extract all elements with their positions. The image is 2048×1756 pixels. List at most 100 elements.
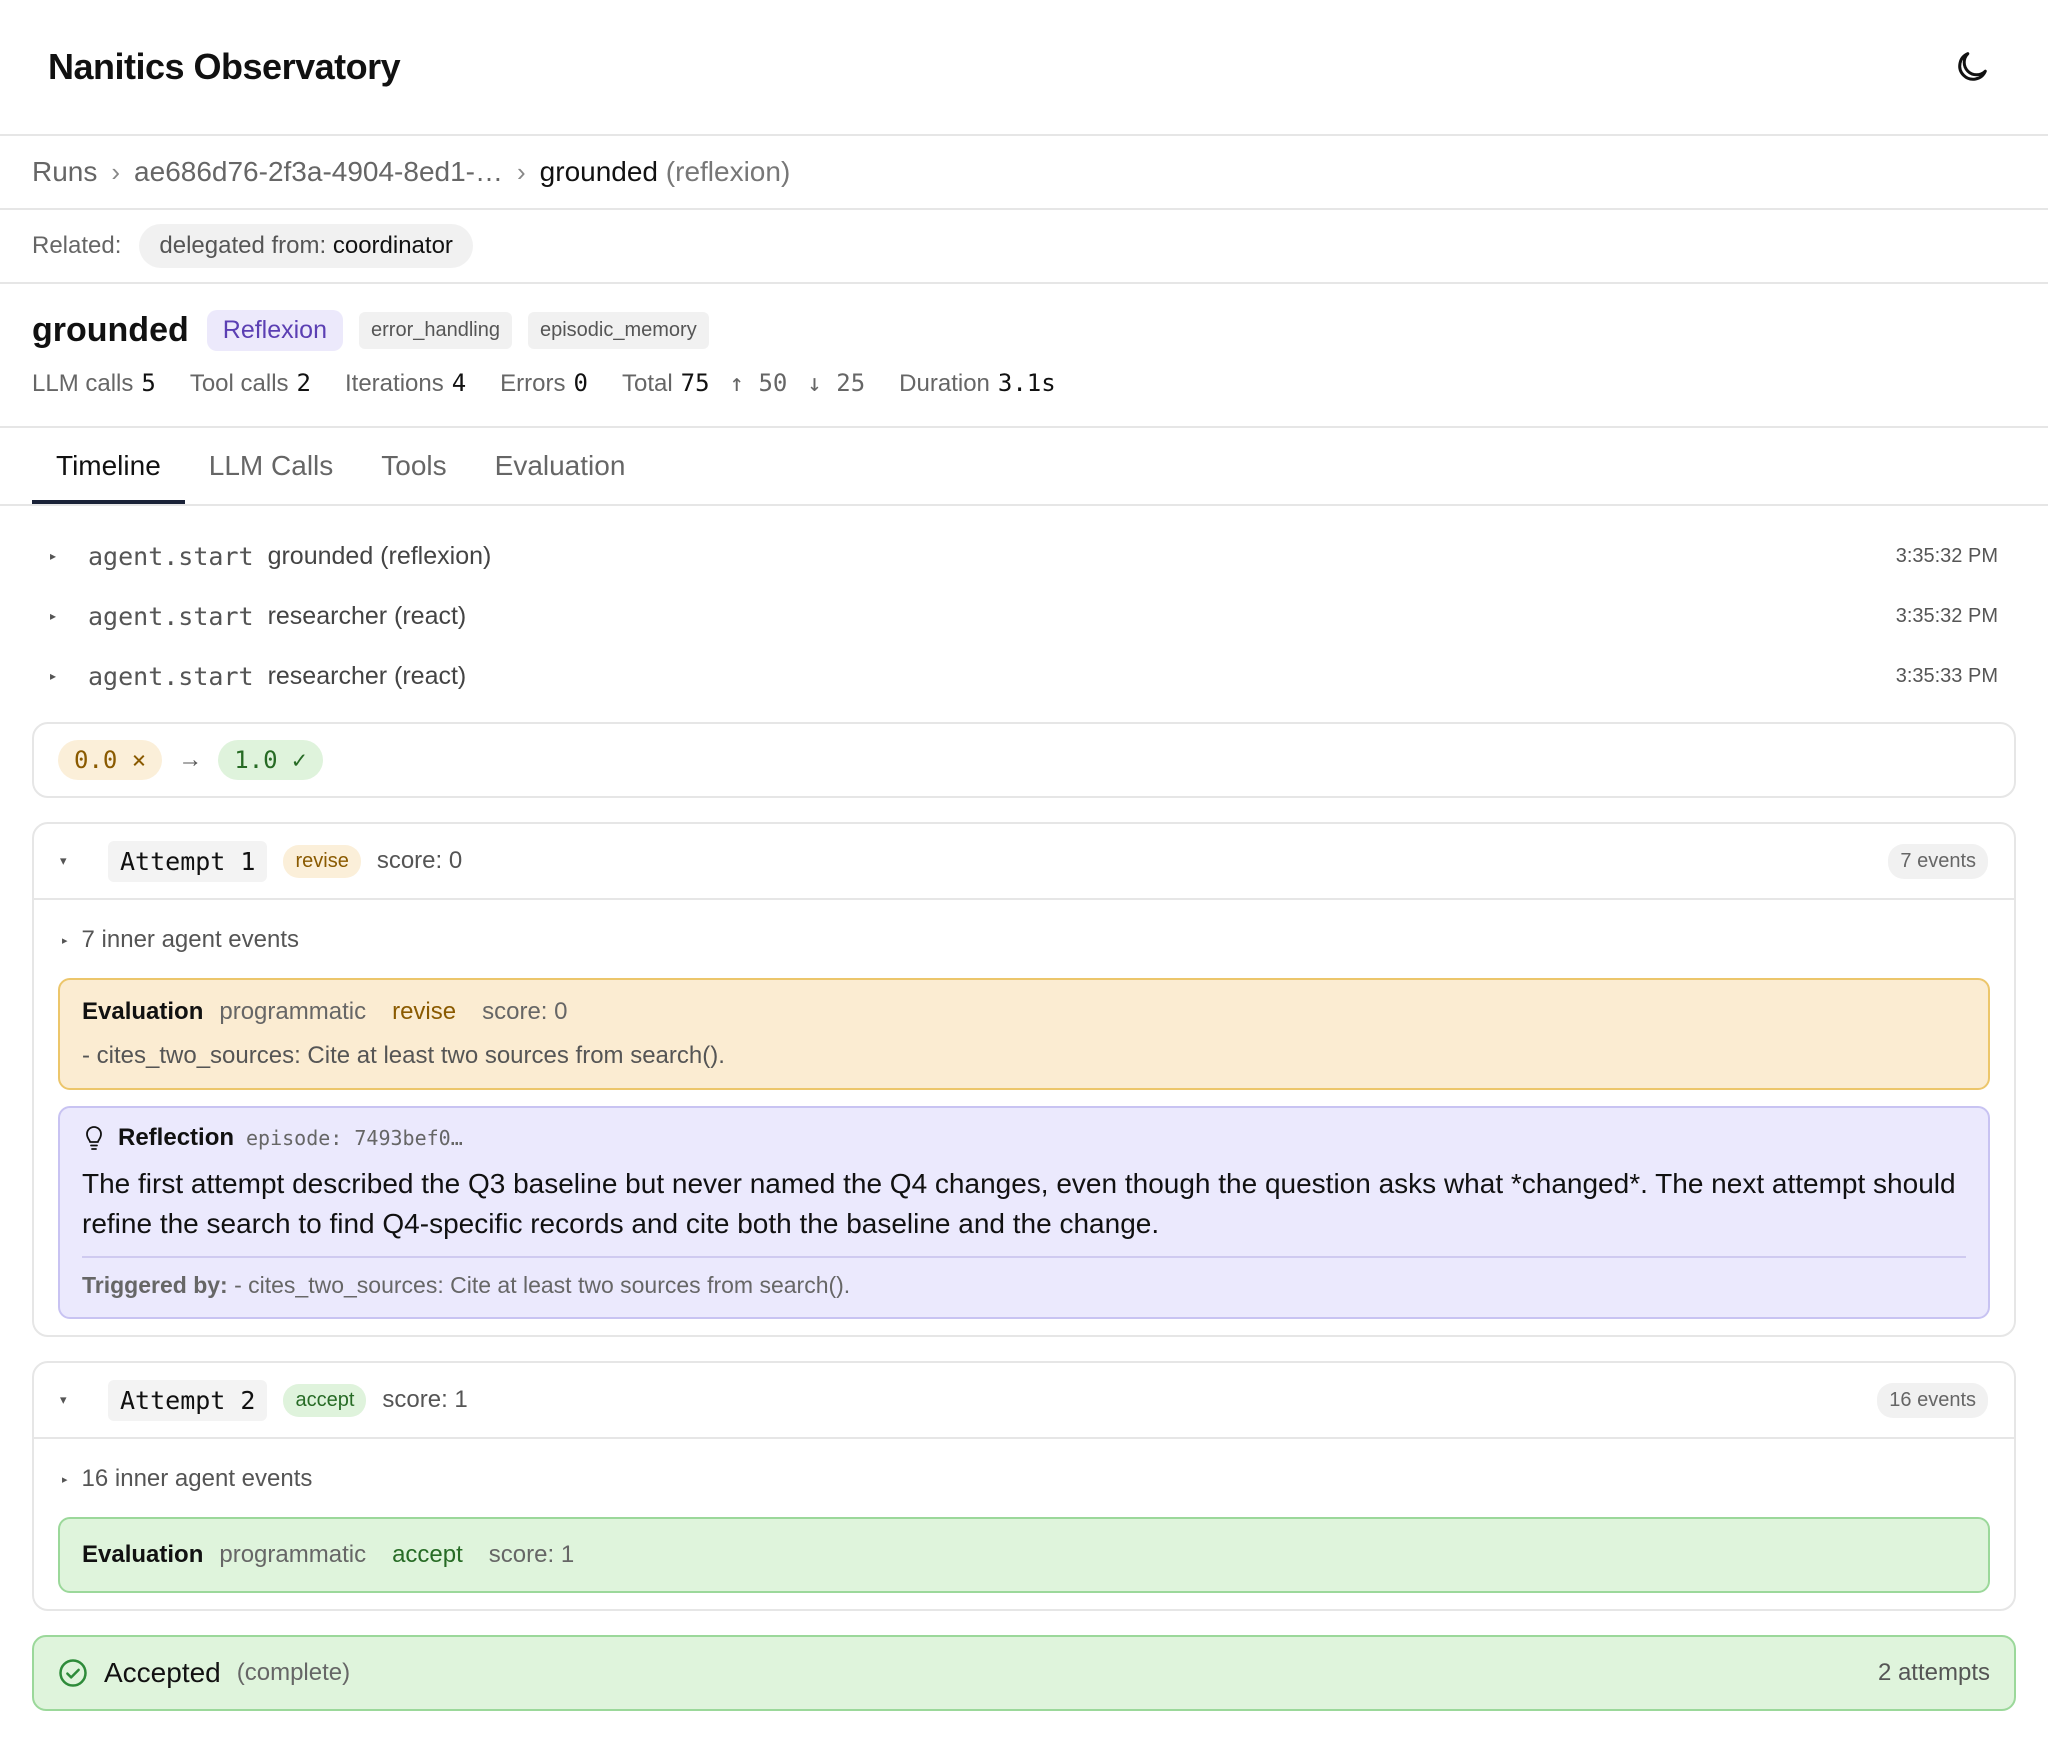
- events-count-badge: 7 events: [1888, 843, 1988, 879]
- attempt-score: score: 0: [376, 847, 463, 874]
- inner-events-label: 7 inner agent events: [81, 926, 300, 953]
- attempt-label: Attempt 1: [108, 840, 268, 882]
- attempt-score: score: 1: [382, 1386, 468, 1413]
- expand-triangle-icon: ▸: [62, 934, 68, 947]
- tag-episodic-memory: episodic_memory: [527, 312, 709, 349]
- timeline-event[interactable]: ▸ agent.start grounded (reflexion) 3:35:…: [50, 526, 1998, 586]
- event-name: researcher (react): [267, 661, 467, 690]
- divider: [82, 1256, 1966, 1258]
- stat-label: Tool calls: [189, 370, 289, 397]
- evaluation-method: programmatic: [219, 998, 367, 1025]
- decision-badge: revise: [283, 844, 361, 878]
- stat-llm-calls: LLM calls 5: [32, 369, 156, 398]
- inner-events-toggle[interactable]: ▸ 16 inner agent events: [58, 1457, 1990, 1501]
- final-status-sub: (complete): [236, 1659, 351, 1686]
- reflection-text: The first attempt described the Q3 basel…: [82, 1168, 1956, 1239]
- breadcrumb-run-id-link[interactable]: ae686d76-2f3a-4904-8ed1-…: [134, 156, 503, 188]
- evaluation-title: Evaluation: [82, 998, 204, 1025]
- event-time: 3:35:32 PM: [1895, 544, 1998, 567]
- tab-llm-calls[interactable]: LLM Calls: [185, 450, 357, 504]
- run-header: grounded Reflexion error_handling episod…: [0, 284, 2048, 428]
- inner-events-label: 16 inner agent events: [81, 1465, 313, 1492]
- related-chip[interactable]: delegated from: coordinator: [139, 224, 473, 268]
- evaluation-method: programmatic: [219, 1541, 367, 1568]
- evaluation-title: Evaluation: [82, 1541, 204, 1568]
- score-progression: 0.0 × → 1.0 ✓: [32, 722, 2016, 798]
- tokens-in: ↑ 50: [729, 369, 788, 397]
- collapse-caret-icon: ▾: [60, 853, 67, 868]
- event-name: researcher (react): [267, 601, 467, 630]
- attempt-card: ▾ Attempt 1 revise score: 0 7 events ▸ 7…: [32, 822, 2016, 1337]
- final-status-label: Accepted: [104, 1657, 221, 1688]
- timeline-events: ▸ agent.start grounded (reflexion) 3:35:…: [0, 506, 2048, 706]
- attempt-card: ▾ Attempt 2 accept score: 1 16 events ▸ …: [32, 1361, 2016, 1611]
- stat-value: 3.1s: [997, 369, 1056, 397]
- evaluation-box: Evaluation programmatic accept score: 1: [58, 1517, 1990, 1593]
- evaluation-decision: accept: [392, 1541, 463, 1568]
- stat-tool-calls: Tool calls 2: [190, 369, 311, 398]
- event-type: agent.start: [88, 541, 254, 571]
- attempt-label: Attempt 2: [108, 1379, 268, 1421]
- stat-label: Total: [621, 370, 673, 397]
- timeline-event[interactable]: ▸ agent.start researcher (react) 3:35:33…: [50, 646, 1998, 706]
- stat-value: 4: [451, 369, 467, 397]
- score-to-chip: 1.0 ✓: [218, 740, 323, 780]
- related-chip-prefix: delegated from:: [159, 232, 327, 259]
- app-header: Nanitics Observatory: [0, 0, 2048, 136]
- event-type: agent.start: [88, 661, 254, 691]
- tab-timeline[interactable]: Timeline: [32, 450, 185, 504]
- attempt-header[interactable]: ▾ Attempt 2 accept score: 1 16 events: [34, 1363, 2014, 1439]
- breadcrumb-current: grounded (reflexion): [540, 156, 791, 188]
- strategy-badge: Reflexion: [206, 310, 343, 351]
- events-count-badge: 16 events: [1877, 1382, 1988, 1418]
- lightbulb-icon: [86, 1126, 102, 1150]
- stat-duration: Duration 3.1s: [899, 369, 1056, 398]
- stat-label: Iterations: [345, 370, 444, 397]
- tab-bar: Timeline LLM Calls Tools Evaluation: [0, 428, 2048, 506]
- evaluation-detail: - cites_two_sources: Cite at least two s…: [82, 1042, 725, 1069]
- app-title: Nanitics Observatory: [48, 46, 401, 87]
- evaluation-box: Evaluation programmatic revise score: 0 …: [58, 978, 1990, 1090]
- stat-total-tokens: Total 75 ↑ 50 ↓ 25: [622, 369, 865, 398]
- breadcrumb-runs-link[interactable]: Runs: [32, 156, 97, 188]
- event-time: 3:35:32 PM: [1895, 604, 1998, 627]
- stat-value: 5: [141, 369, 156, 397]
- expand-triangle-icon: ▸: [50, 609, 57, 623]
- final-status-bar: Accepted (complete) 2 attempts: [32, 1635, 2016, 1711]
- stat-errors: Errors 0: [500, 369, 588, 398]
- reflection-trigger: Triggered by: - cites_two_sources: Cite …: [82, 1272, 1966, 1299]
- expand-triangle-icon: ▸: [50, 549, 57, 563]
- breadcrumb-current-name: grounded: [539, 156, 659, 187]
- expand-triangle-icon: ▸: [50, 669, 57, 683]
- tokens-out: ↓ 25: [807, 369, 866, 397]
- expand-triangle-icon: ▸: [62, 1473, 68, 1486]
- attempt-header[interactable]: ▾ Attempt 1 revise score: 0 7 events: [34, 824, 2014, 900]
- collapse-caret-icon: ▾: [60, 1392, 67, 1407]
- related-bar: Related: delegated from: coordinator: [0, 210, 2048, 284]
- timeline-event[interactable]: ▸ agent.start researcher (react) 3:35:32…: [50, 586, 1998, 646]
- decision-badge: accept: [283, 1383, 367, 1417]
- stat-iterations: Iterations 4: [345, 369, 466, 398]
- stat-value: 2: [296, 369, 311, 397]
- moon-icon: [1958, 52, 1987, 81]
- score-from-chip: 0.0 ×: [58, 740, 163, 780]
- theme-toggle-button[interactable]: [1944, 39, 2000, 95]
- tab-evaluation[interactable]: Evaluation: [471, 450, 650, 504]
- evaluation-score: score: 1: [488, 1541, 575, 1568]
- event-name: grounded (reflexion): [267, 541, 492, 570]
- tab-tools[interactable]: Tools: [357, 450, 470, 504]
- trigger-text: - cites_two_sources: Cite at least two s…: [234, 1272, 851, 1298]
- inner-events-toggle[interactable]: ▸ 7 inner agent events: [58, 918, 1990, 962]
- reflection-title: Reflection: [118, 1124, 235, 1151]
- breadcrumb: Runs › ae686d76-2f3a-4904-8ed1-… › groun…: [0, 136, 2048, 210]
- related-label: Related:: [32, 232, 122, 259]
- stat-value: 75: [680, 369, 710, 397]
- evaluation-score: score: 0: [482, 998, 568, 1025]
- check-circle-icon: [59, 1659, 87, 1687]
- reflection-box: Reflection episode: 7493bef0… The first …: [58, 1106, 1990, 1319]
- run-name: grounded: [32, 311, 189, 349]
- tag-error-handling: error_handling: [359, 312, 512, 349]
- chevron-right-icon: ›: [517, 156, 526, 187]
- reflection-episode: episode: 7493bef0…: [246, 1126, 463, 1150]
- attempts-count: 2 attempts: [1877, 1659, 1990, 1686]
